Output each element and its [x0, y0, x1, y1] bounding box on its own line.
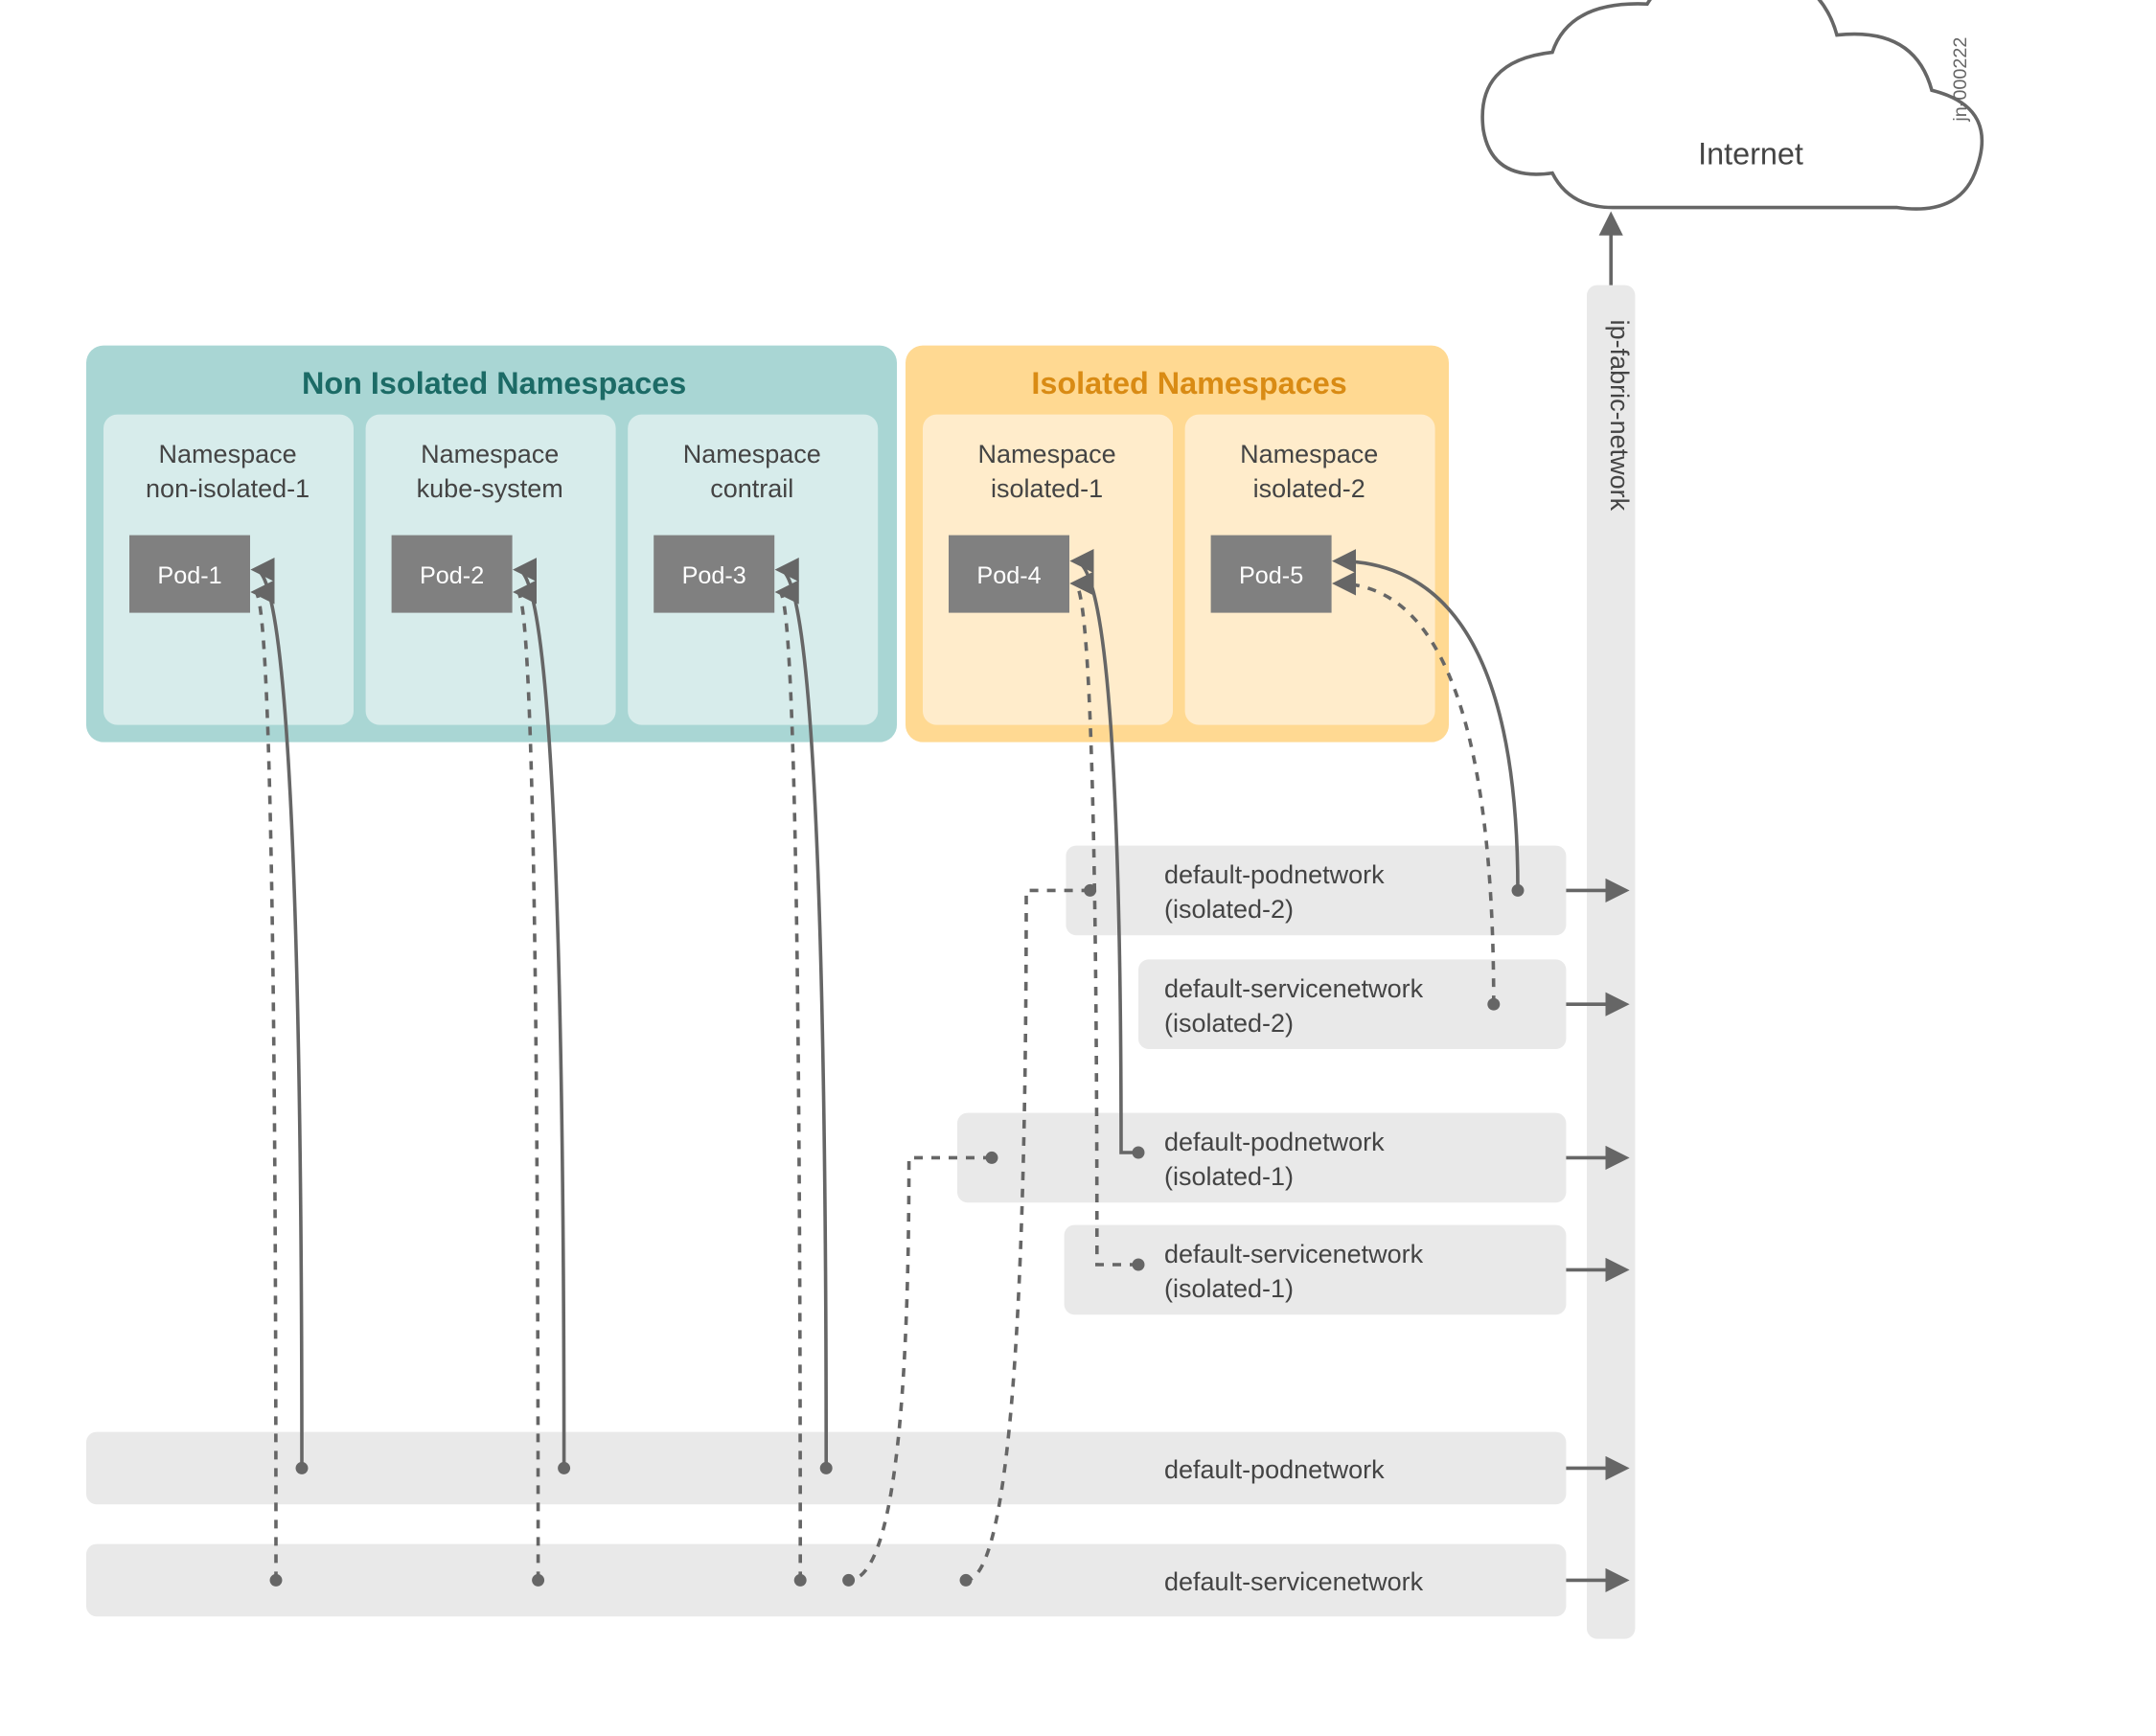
ip-fabric-label: ip-fabric-network: [1605, 320, 1634, 512]
group-isolated-title: Isolated Namespaces: [1031, 366, 1346, 400]
svg-text:(isolated-1): (isolated-1): [1164, 1162, 1294, 1191]
image-id: jn-000222: [1950, 37, 1971, 123]
svg-text:default-podnetwork: default-podnetwork: [1164, 1128, 1385, 1156]
net-iso2-svc: default-servicenetwork (isolated-2): [1138, 959, 1625, 1049]
svg-text:isolated-2: isolated-2: [1253, 474, 1365, 503]
svg-text:(isolated-2): (isolated-2): [1164, 1009, 1294, 1038]
net-iso2-pod: default-podnetwork (isolated-2): [1066, 846, 1624, 936]
svg-text:default-servicenetwork: default-servicenetwork: [1164, 1567, 1424, 1596]
svg-text:default-podnetwork: default-podnetwork: [1164, 860, 1385, 889]
internet-label: Internet: [1698, 137, 1803, 171]
namespace-contrail: Namespace contrail Pod-3: [628, 415, 878, 725]
internet-cloud: Internet: [1482, 0, 1982, 209]
svg-text:(isolated-1): (isolated-1): [1164, 1274, 1294, 1303]
svg-text:contrail: contrail: [710, 474, 793, 503]
net-global-svc: default-servicenetwork: [86, 1544, 1625, 1617]
namespace-isolated-1: Namespace isolated-1 Pod-4: [923, 415, 1173, 725]
svg-text:Namespace: Namespace: [683, 440, 821, 468]
svg-text:isolated-1: isolated-1: [991, 474, 1103, 503]
svg-text:Pod-3: Pod-3: [682, 562, 746, 589]
svg-text:Namespace: Namespace: [159, 440, 297, 468]
namespace-non-isolated-1: Namespace non-isolated-1 Pod-1: [103, 415, 354, 725]
net-iso1-svc: default-servicenetwork (isolated-1): [1065, 1225, 1625, 1315]
svg-text:default-servicenetwork: default-servicenetwork: [1164, 1240, 1424, 1268]
svg-text:Pod-5: Pod-5: [1239, 562, 1303, 589]
conn-iso1pod-globalsvc: [849, 1157, 992, 1580]
svg-text:Pod-1: Pod-1: [157, 562, 221, 589]
svg-text:Namespace: Namespace: [1240, 440, 1378, 468]
namespace-isolated-2: Namespace isolated-2 Pod-5: [1185, 415, 1435, 725]
net-iso1-pod: default-podnetwork (isolated-1): [957, 1113, 1625, 1203]
svg-text:Pod-2: Pod-2: [420, 562, 484, 589]
namespace-kube-system: Namespace kube-system Pod-2: [366, 415, 616, 725]
svg-text:Namespace: Namespace: [421, 440, 559, 468]
svg-text:default-podnetwork: default-podnetwork: [1164, 1455, 1385, 1484]
svg-text:kube-system: kube-system: [417, 474, 563, 503]
svg-text:(isolated-2): (isolated-2): [1164, 895, 1294, 924]
svg-text:non-isolated-1: non-isolated-1: [146, 474, 310, 503]
svg-text:Namespace: Namespace: [978, 440, 1116, 468]
svg-text:Pod-4: Pod-4: [976, 562, 1041, 589]
group-non-isolated-title: Non Isolated Namespaces: [302, 366, 686, 400]
svg-text:default-servicenetwork: default-servicenetwork: [1164, 974, 1424, 1003]
net-global-pod: default-podnetwork: [86, 1432, 1625, 1505]
